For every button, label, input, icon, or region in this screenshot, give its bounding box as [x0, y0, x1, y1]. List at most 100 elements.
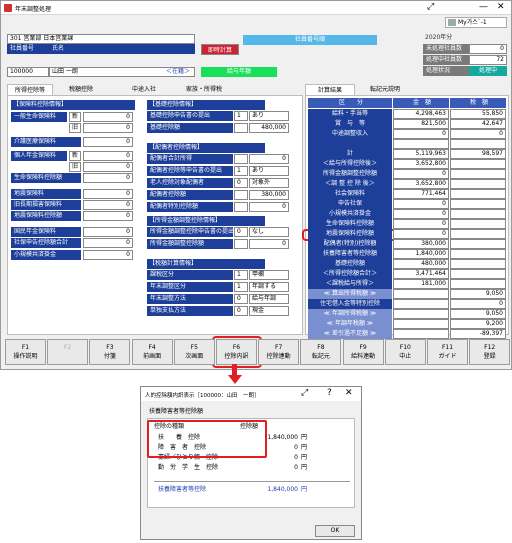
function-key-f5[interactable]: F5 次画面	[173, 339, 215, 365]
function-key-f8[interactable]: F8 転記元	[300, 339, 342, 365]
basic-row-code[interactable]	[234, 123, 248, 133]
adjust-row-code[interactable]	[234, 239, 248, 249]
result-row-tax: 42,647	[450, 119, 506, 129]
main-window: 年末調整処理 ⤢ — ✕ My가스`-1 301 営業部 日本営業課 社員番号 …	[0, 0, 512, 370]
dialog-close-icon[interactable]: ✕	[345, 388, 353, 398]
tab-tax-credit[interactable]: 税額控除	[57, 84, 105, 95]
result-row-tax	[450, 239, 506, 249]
result-row-amount: 480,000	[393, 259, 449, 269]
function-key-label: 前画面	[143, 353, 162, 360]
function-key-code: F8	[317, 344, 325, 351]
insurance-row-label: 国民年金保険料	[11, 227, 81, 237]
dialog-title-bar: 人的控除額内訳表示［100000：山田 一朗］ ⤢ ? ✕	[141, 387, 361, 401]
tax-row-code[interactable]: 1	[234, 282, 248, 292]
insurance-row-value[interactable]: 0	[83, 137, 133, 147]
adjust-row-label: 所得金額調整控除申告書の提出	[147, 227, 233, 237]
tab-midyear-hire[interactable]: 中途入社	[121, 84, 167, 95]
spouse-row-code[interactable]	[234, 154, 248, 164]
result-row-tax: 0	[450, 129, 506, 139]
insurance-row-sub: 旧	[69, 162, 81, 172]
ok-button[interactable]: OK	[315, 525, 355, 537]
dialog-section-label: 扶養障害者等控除額	[149, 408, 204, 415]
result-row-amount	[393, 319, 449, 329]
insurance-row-value[interactable]: 0	[83, 227, 133, 237]
dialog-total-label: 扶養障害者等控除	[158, 486, 207, 493]
function-key-f12[interactable]: F12 登録	[469, 339, 511, 365]
function-key-f9[interactable]: F9 給料連動	[342, 339, 384, 365]
result-row-tax	[450, 259, 506, 269]
employee-no-value: 100000	[7, 67, 49, 77]
insurance-row-value[interactable]: 0	[83, 123, 133, 133]
spouse-row-label: 配偶者特別控除額	[147, 202, 233, 212]
spouse-row-code[interactable]: 0	[234, 178, 248, 188]
basic-title: 【基礎控除情報】	[147, 100, 265, 110]
function-key-f3[interactable]: F3 付箋	[89, 339, 131, 365]
result-row-label: 計	[308, 149, 392, 159]
insurance-row-label: 地震保険料控除額	[11, 211, 81, 221]
insurance-row-value[interactable]: 0	[83, 112, 133, 122]
function-key-f11[interactable]: F11 ガイド	[427, 339, 468, 365]
department-field: 301 営業部 日本営業課	[7, 34, 195, 44]
tax-row-code[interactable]: 0	[234, 306, 248, 316]
close-icon[interactable]: ✕	[497, 2, 505, 13]
arrow-head	[228, 375, 242, 384]
insurance-row-value[interactable]: 0	[83, 189, 133, 199]
basic-row-value: あり	[249, 111, 289, 121]
function-key-label: 次画面	[185, 353, 204, 360]
sort-order-label[interactable]: 社員番号順	[243, 35, 377, 45]
function-key-label: 控除連動	[266, 353, 291, 360]
result-row-amount: 4,298,463	[393, 109, 449, 119]
adjust-row-value: なし	[249, 227, 289, 237]
insurance-row-value[interactable]: 0	[83, 151, 133, 161]
dialog-help-icon[interactable]: ?	[327, 388, 332, 398]
spouse-row-code[interactable]	[234, 202, 248, 212]
insurance-row-value[interactable]: 0	[83, 173, 133, 183]
user-icon	[448, 19, 456, 26]
tab-family-tax[interactable]: 家族・所得税	[171, 84, 237, 95]
result-row-amount: 821,500	[393, 119, 449, 129]
spouse-row-code[interactable]: 1	[234, 166, 248, 176]
function-key-code: F9	[359, 344, 367, 351]
tax-row-code[interactable]: 0	[234, 294, 248, 304]
result-row-tax	[450, 229, 506, 239]
minimize-icon[interactable]: —	[479, 2, 488, 13]
insurance-row-value[interactable]: 0	[83, 250, 133, 260]
function-key-code: F5	[190, 344, 198, 351]
result-row-amount	[393, 309, 449, 319]
app-icon	[4, 4, 12, 12]
insurance-row-value[interactable]: 0	[83, 238, 133, 248]
function-key-f4[interactable]: F4 前画面	[131, 339, 173, 365]
result-row-tax	[450, 219, 506, 229]
function-key-f6[interactable]: F6 控除内訳	[216, 339, 257, 365]
tab-calc-result[interactable]: 計算結果	[305, 84, 355, 95]
result-row-tax	[450, 179, 506, 189]
tab-transfer-source[interactable]: 転記元説明	[357, 84, 413, 95]
tax-row-value: 甲欄	[249, 270, 289, 280]
adjust-row-code[interactable]: 0	[234, 227, 248, 237]
result-row-amount: 3,471,464	[393, 269, 449, 279]
result-row-amount	[393, 299, 449, 309]
function-key-f10[interactable]: F10 中止	[384, 339, 426, 365]
function-key-f1[interactable]: F1 操作説明	[5, 339, 46, 365]
basic-row-code[interactable]: 1	[234, 111, 248, 121]
insurance-row-value[interactable]: 0	[83, 211, 133, 221]
processing-count-label: 処理中社員数	[423, 55, 469, 65]
function-key-f7[interactable]: F7 控除連動	[258, 339, 300, 365]
insurance-section: 【保険料控除情報】	[11, 100, 135, 110]
insurance-row-value[interactable]: 0	[83, 162, 133, 172]
insurance-row-label: 個人年金保険料	[11, 151, 67, 161]
function-key-label: 付箋	[103, 353, 116, 360]
insurance-row-value[interactable]: 0	[83, 200, 133, 210]
status-link[interactable]: ＜在籍＞	[166, 68, 190, 76]
tab-deductions[interactable]: 所得控除等	[7, 84, 53, 95]
function-key-label: 転記元	[311, 353, 330, 360]
spouse-row-code[interactable]	[234, 190, 248, 200]
dialog-expand-icon[interactable]: ⤢	[301, 388, 308, 398]
expand-icon[interactable]: ⤢	[427, 2, 434, 13]
deduction-breakdown-dialog: 人的控除額内訳表示［100000：山田 一朗］ ⤢ ? ✕ 扶養障害者等控除額 …	[140, 386, 362, 540]
instant-calc-button[interactable]: 即時計算	[201, 44, 239, 55]
adjust-row-label: 所得金額調整控除額	[147, 239, 233, 249]
user-menu[interactable]: My가스`-1	[445, 17, 507, 28]
insurance-row-label: 地震保険料	[11, 189, 81, 199]
tax-row-code[interactable]: 1	[234, 270, 248, 280]
